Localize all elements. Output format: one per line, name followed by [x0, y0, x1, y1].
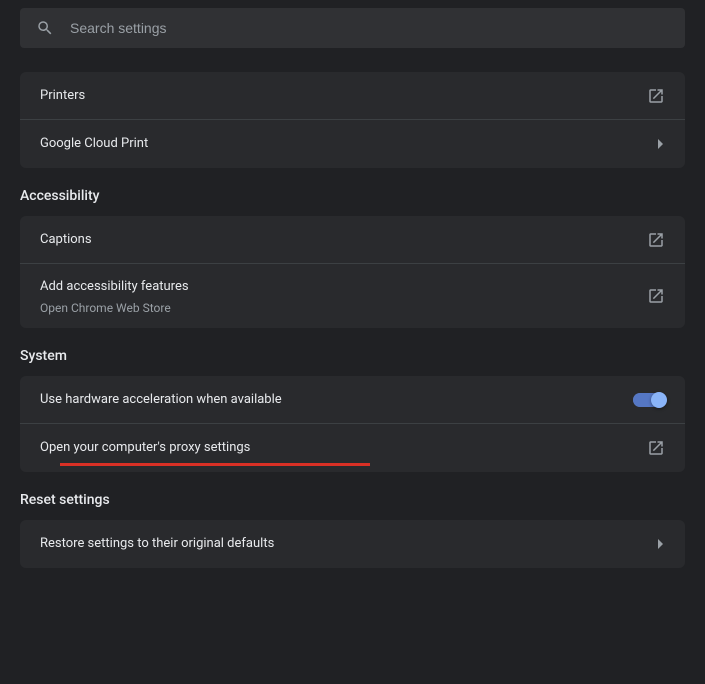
chevron-right-icon — [657, 539, 665, 549]
external-link-icon — [647, 231, 665, 249]
restore-defaults-row[interactable]: Restore settings to their original defau… — [20, 520, 685, 568]
reset-title: Reset settings — [20, 472, 685, 520]
printers-row[interactable]: Printers — [20, 72, 685, 120]
search-input[interactable] — [70, 20, 669, 36]
printing-section: Printers Google Cloud Print — [20, 72, 685, 168]
add-accessibility-row[interactable]: Add accessibility features Open Chrome W… — [20, 264, 685, 328]
external-link-icon — [647, 439, 665, 457]
hw-accel-toggle[interactable] — [633, 393, 665, 407]
external-link-icon — [647, 287, 665, 305]
gcp-label: Google Cloud Print — [40, 134, 641, 154]
accessibility-title: Accessibility — [20, 168, 685, 216]
search-bar[interactable] — [20, 8, 685, 48]
add-features-label: Add accessibility features — [40, 277, 631, 297]
accessibility-section: Captions Add accessibility features Open… — [20, 216, 685, 328]
proxy-settings-row[interactable]: Open your computer's proxy settings — [20, 424, 685, 472]
hw-accel-label: Use hardware acceleration when available — [40, 390, 617, 410]
hardware-accel-row[interactable]: Use hardware acceleration when available — [20, 376, 685, 424]
system-section: Use hardware acceleration when available… — [20, 376, 685, 472]
add-features-sub: Open Chrome Web Store — [40, 301, 631, 315]
settings-content: Printers Google Cloud Print Accessibilit… — [0, 72, 705, 568]
captions-label: Captions — [40, 230, 631, 250]
reset-section: Restore settings to their original defau… — [20, 520, 685, 568]
google-cloud-print-row[interactable]: Google Cloud Print — [20, 120, 685, 168]
system-title: System — [20, 328, 685, 376]
annotation-underline — [60, 463, 370, 466]
proxy-label: Open your computer's proxy settings — [40, 438, 631, 458]
captions-row[interactable]: Captions — [20, 216, 685, 264]
restore-label: Restore settings to their original defau… — [40, 534, 641, 554]
printers-label: Printers — [40, 86, 631, 106]
search-icon — [36, 19, 54, 37]
chevron-right-icon — [657, 139, 665, 149]
external-link-icon — [647, 87, 665, 105]
